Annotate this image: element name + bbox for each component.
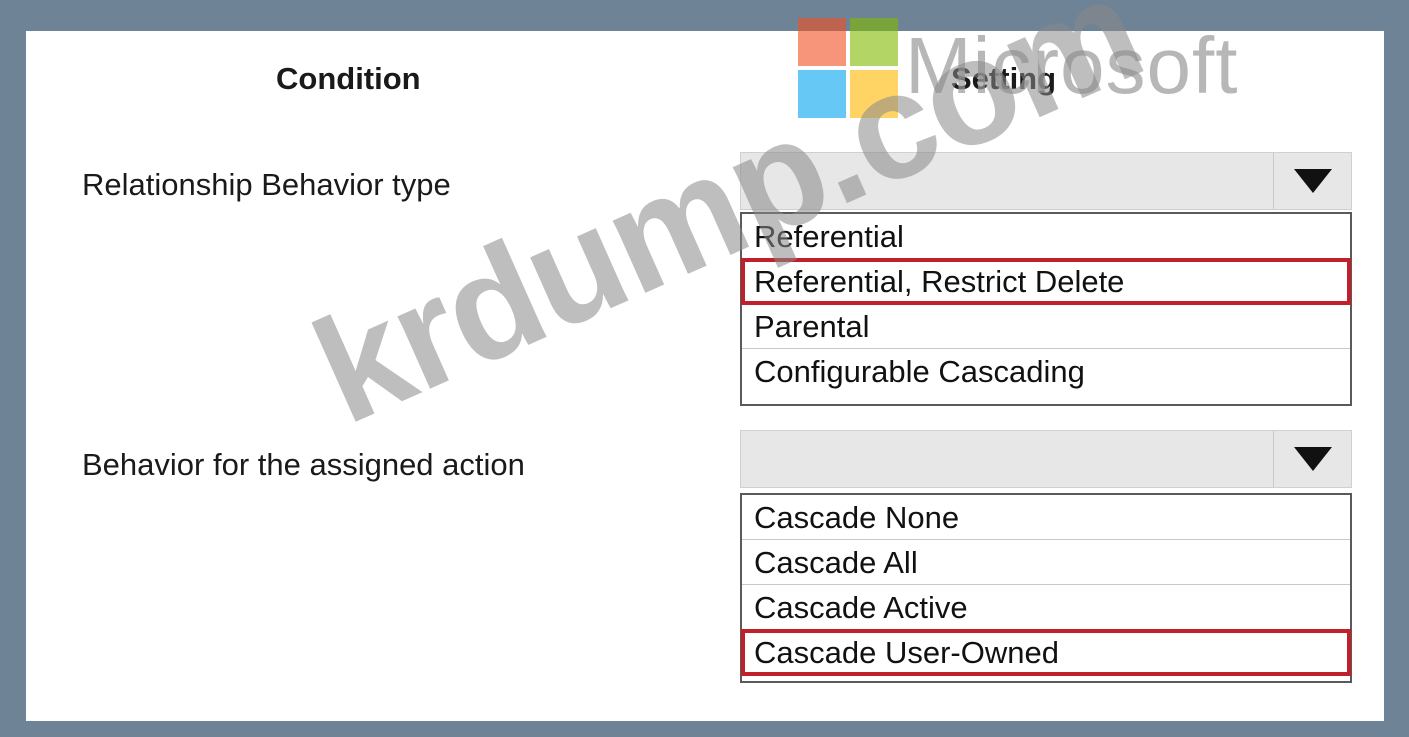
option-configurable-cascading[interactable]: Configurable Cascading [742, 349, 1350, 394]
dropdown-arrow-button[interactable] [1273, 153, 1351, 209]
condition-label-assigned-action: Behavior for the assigned action [82, 447, 525, 482]
dropdown-arrow-button[interactable] [1273, 431, 1351, 487]
triangle-down-icon [1293, 447, 1332, 471]
option-cascade-all[interactable]: Cascade All [742, 540, 1350, 585]
condition-label-relationship-behavior-type: Relationship Behavior type [82, 167, 451, 202]
condition-header: Condition [276, 61, 421, 96]
option-cascade-active[interactable]: Cascade Active [742, 585, 1350, 630]
option-cascade-none[interactable]: Cascade None [742, 495, 1350, 540]
assigned-action-dropdown[interactable] [740, 430, 1352, 488]
triangle-down-icon [1293, 169, 1332, 193]
option-cascade-user-owned[interactable]: Cascade User-Owned [741, 629, 1351, 676]
option-referential-restrict-delete[interactable]: Referential, Restrict Delete [741, 258, 1351, 305]
assigned-action-options-list: Cascade None Cascade All Cascade Active … [740, 493, 1352, 683]
option-parental[interactable]: Parental [742, 304, 1350, 349]
